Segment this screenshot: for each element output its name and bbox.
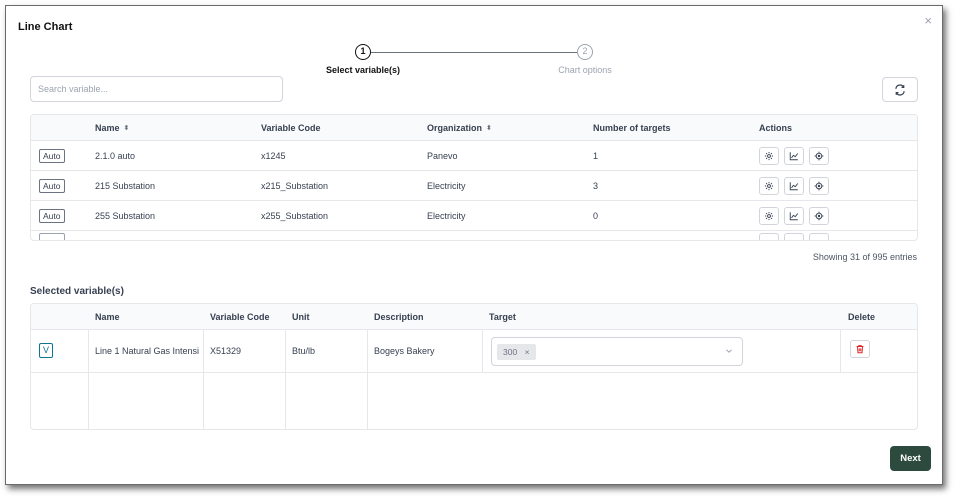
target-button[interactable] xyxy=(809,147,829,165)
row-name: 2.1.0 auto xyxy=(95,151,136,161)
settings-button[interactable] xyxy=(759,147,779,165)
selected-name: Line 1 Natural Gas Intensi xyxy=(95,346,200,356)
row-targets: 0 xyxy=(593,211,599,221)
chip-remove-icon[interactable]: × xyxy=(525,347,530,357)
chart-button[interactable] xyxy=(784,207,804,225)
target-icon xyxy=(814,181,824,191)
row-actions xyxy=(759,177,829,195)
chevron-down-icon xyxy=(726,349,732,353)
line-chart-icon xyxy=(789,212,799,221)
selected-row: V Line 1 Natural Gas Intensi X51329 Btu/… xyxy=(31,330,917,373)
selected-variable-code: X51329 xyxy=(210,346,242,356)
row-variable-code: x255_Substation xyxy=(261,211,329,221)
step-number: 2 xyxy=(577,44,593,60)
search-input[interactable] xyxy=(30,76,283,102)
target-button[interactable] xyxy=(809,177,829,195)
next-button[interactable]: Next xyxy=(890,446,931,471)
trash-icon xyxy=(856,345,864,354)
column-header-variable-code: Variable Code xyxy=(210,312,270,322)
target-chip-value: 300 xyxy=(503,347,518,357)
step-number: 1 xyxy=(355,44,371,60)
target-button[interactable] xyxy=(809,207,829,225)
row-actions xyxy=(759,207,829,225)
column-header-variable-code: Variable Code xyxy=(261,123,321,133)
row-organization: Electricity xyxy=(427,211,466,221)
target-button xyxy=(809,233,829,240)
selected-unit: Btu/lb xyxy=(292,346,316,356)
row-targets: 1 xyxy=(593,151,599,161)
entries-count: Showing 31 of 995 entries xyxy=(812,252,917,262)
gear-icon xyxy=(764,151,774,161)
variables-table: Name ⬍ Variable Code Organization ⬍ Number… xyxy=(30,114,918,241)
auto-tag: Auto xyxy=(39,179,65,193)
selected-description: Bogeys Bakery xyxy=(374,346,435,356)
refresh-button[interactable] xyxy=(882,77,918,102)
column-header-description: Description xyxy=(374,312,424,322)
column-header-target: Target xyxy=(489,312,516,322)
auto-tag: Auto xyxy=(39,209,65,223)
auto-tag xyxy=(39,233,65,240)
settings-button[interactable] xyxy=(759,207,779,225)
selected-variables-title: Selected variable(s) xyxy=(30,286,124,297)
step-label: Select variable(s) xyxy=(325,65,401,75)
step-label: Chart options xyxy=(558,65,612,75)
row-name: 215 Substation xyxy=(95,181,156,191)
step-select-variables[interactable]: 1 Select variable(s) xyxy=(303,44,423,75)
column-header-name[interactable]: Name ⬍ xyxy=(95,115,129,142)
line-chart-icon xyxy=(789,182,799,191)
line-chart-modal: Line Chart × 1 Select variable(s) 2 Char… xyxy=(5,5,943,485)
row-variable-code: x1245 xyxy=(261,151,286,161)
modal-title: Line Chart xyxy=(18,21,73,33)
sort-icon[interactable]: ⬍ xyxy=(486,116,492,142)
target-chip: 300 × xyxy=(497,344,536,360)
refresh-icon xyxy=(895,83,905,96)
row-organization: Electricity xyxy=(427,181,466,191)
target-icon xyxy=(814,151,824,161)
row-actions xyxy=(759,147,829,165)
gear-icon xyxy=(764,211,774,221)
chart-button[interactable] xyxy=(784,147,804,165)
settings-button[interactable] xyxy=(759,177,779,195)
selected-variables-table: Name Variable Code Unit Description Targ… xyxy=(30,303,918,430)
settings-button xyxy=(759,233,779,240)
target-icon xyxy=(814,211,824,221)
table-row-partial xyxy=(31,231,917,240)
auto-tag: Auto xyxy=(39,149,65,163)
line-chart-icon xyxy=(789,152,799,161)
chart-button[interactable] xyxy=(784,177,804,195)
row-variable-code: x215_Substation xyxy=(261,181,329,191)
column-header-actions: Actions xyxy=(759,123,793,133)
table-header: Name Variable Code Unit Description Targ… xyxy=(31,304,917,330)
gear-icon xyxy=(764,181,774,191)
column-header-name: Name xyxy=(95,312,120,322)
row-name: 255 Substation xyxy=(95,211,156,221)
close-icon[interactable]: × xyxy=(924,14,932,27)
table-header: Name ⬍ Variable Code Organization ⬍ Number… xyxy=(31,115,917,141)
row-targets: 3 xyxy=(593,181,599,191)
column-header-unit: Unit xyxy=(292,312,310,322)
column-header-number-of-targets: Number of targets xyxy=(593,123,671,133)
delete-button[interactable] xyxy=(850,340,870,358)
table-row[interactable]: Auto 215 Substation x215_Substation Elec… xyxy=(31,171,917,201)
variable-type-tag: V xyxy=(39,343,53,358)
row-organization: Panevo xyxy=(427,151,458,161)
column-header-delete: Delete xyxy=(848,312,876,322)
table-row[interactable]: Auto 255 Substation x255_Substation Elec… xyxy=(31,201,917,231)
chart-button xyxy=(784,233,804,240)
column-header-organization[interactable]: Organization ⬍ xyxy=(427,115,492,142)
table-row[interactable]: Auto 2.1.0 auto x1245 Panevo 1 xyxy=(31,141,917,171)
sort-icon[interactable]: ⬍ xyxy=(124,116,130,142)
target-select[interactable]: 300 × xyxy=(491,337,743,366)
step-chart-options[interactable]: 2 Chart options xyxy=(525,44,645,75)
